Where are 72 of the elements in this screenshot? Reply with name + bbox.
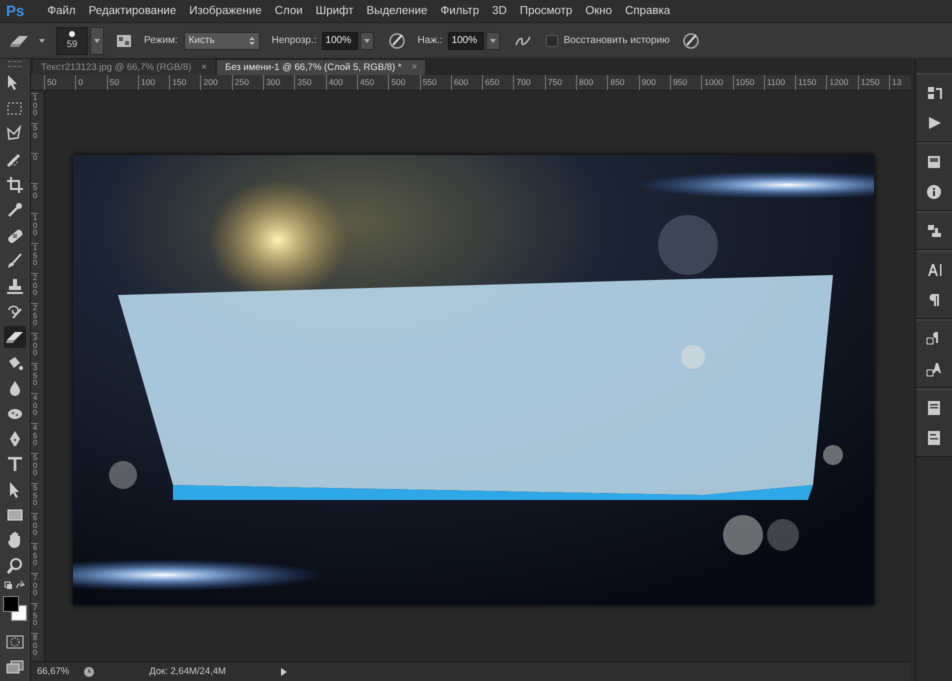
ruler-label: 800 xyxy=(576,75,608,90)
document-tab[interactable]: Без имени-1 @ 66,7% (Слой 5, RGB/8) * × xyxy=(217,60,426,75)
clock-icon[interactable] xyxy=(83,666,96,678)
eraser-icon[interactable] xyxy=(4,326,26,348)
ruler-label: 350 xyxy=(294,75,326,90)
brush-preset-picker[interactable]: 59 xyxy=(56,26,88,54)
ruler-label: 0 xyxy=(75,75,107,90)
document-size: Док: 2,64M/24,4M xyxy=(149,666,226,677)
app-logo: Ps xyxy=(5,2,26,20)
ruler-label: 900 xyxy=(638,75,670,90)
menu-item[interactable]: Шрифт xyxy=(316,5,354,17)
character-icon[interactable] xyxy=(926,262,942,278)
menu-item[interactable]: Слои xyxy=(274,5,303,17)
close-tab-button[interactable]: × xyxy=(201,62,208,73)
caret-icon[interactable] xyxy=(362,38,371,44)
mode-dropdown[interactable]: Кисть xyxy=(184,32,260,50)
ruler-label: 650 xyxy=(482,75,514,90)
character-styles-icon[interactable] xyxy=(926,361,942,377)
ruler-label: 100 xyxy=(138,75,170,90)
notes-icon[interactable] xyxy=(926,400,942,416)
restore-history-label: Восстановить историю xyxy=(564,35,670,46)
ruler-label: 50 xyxy=(44,75,76,90)
play-icon[interactable] xyxy=(280,666,288,676)
menu-item[interactable]: Файл xyxy=(47,5,76,17)
info-icon[interactable] xyxy=(926,184,942,200)
restore-history-checkbox[interactable] xyxy=(546,34,558,46)
tab-title: Без имени-1 @ 66,7% (Слой 5, RGB/8) * xyxy=(225,62,402,73)
caret-icon[interactable] xyxy=(38,38,46,44)
menu-item[interactable]: Изображение xyxy=(189,5,262,17)
ruler-label: 450 xyxy=(356,75,388,90)
color-swap-icon[interactable] xyxy=(4,580,26,590)
menu-item[interactable]: Справка xyxy=(625,5,670,17)
ruler-label: 500 xyxy=(388,75,420,90)
zoom-level[interactable]: 66,67% xyxy=(37,666,70,677)
ruler-label: 50 xyxy=(106,75,138,90)
properties-icon[interactable] xyxy=(926,430,942,446)
ruler-label: 1250 xyxy=(858,75,890,90)
ruler-label: 1100 xyxy=(764,75,796,90)
menu-item[interactable]: Просмотр xyxy=(520,5,572,17)
tab-title: Текст213123.jpg @ 66,7% (RGB/8) xyxy=(41,62,192,73)
ruler-label: 300 xyxy=(263,75,294,90)
menu-item[interactable]: Редактирование xyxy=(88,5,176,17)
ruler-label: 550 xyxy=(420,75,451,90)
flow-field[interactable]: 100% xyxy=(448,32,484,50)
ruler-label: 600 xyxy=(450,75,482,90)
menu-item[interactable]: Фильтр xyxy=(440,5,480,17)
opacity-field[interactable]: 100% xyxy=(322,32,358,50)
brush-panel-icon[interactable] xyxy=(116,32,132,48)
ruler-label: 850 xyxy=(607,75,639,90)
ruler-label: 750 xyxy=(544,75,576,90)
ruler-label: 700 xyxy=(513,75,545,90)
play-icon[interactable] xyxy=(926,115,942,131)
caret-icon[interactable] xyxy=(488,38,497,44)
ruler-label: 150 xyxy=(169,75,200,90)
stepper-icon xyxy=(248,36,255,46)
ruler-label: 950 xyxy=(670,75,702,90)
menu-item[interactable]: Выделение xyxy=(366,5,428,17)
ruler-label: 1050 xyxy=(732,75,764,90)
flow-label: Наж.: xyxy=(418,35,443,46)
ruler-label: 1200 xyxy=(826,75,858,90)
menu-item[interactable]: 3D xyxy=(492,5,507,17)
ruler-label: 1000 xyxy=(701,75,733,90)
document-tab[interactable]: Текст213123.jpg @ 66,7% (RGB/8) × xyxy=(33,60,216,75)
foreground-color-swatch[interactable] xyxy=(3,596,19,612)
ruler-label: 250 xyxy=(232,75,264,90)
mode-label: Режим: xyxy=(144,35,178,46)
opacity-label: Непрозр.: xyxy=(272,35,317,46)
menu-item[interactable]: Окно xyxy=(585,5,612,17)
ruler-label: 400 xyxy=(326,75,357,90)
ruler-label: 1150 xyxy=(795,75,826,90)
caret-icon[interactable] xyxy=(93,38,101,44)
ruler-label: 200 xyxy=(200,75,232,90)
